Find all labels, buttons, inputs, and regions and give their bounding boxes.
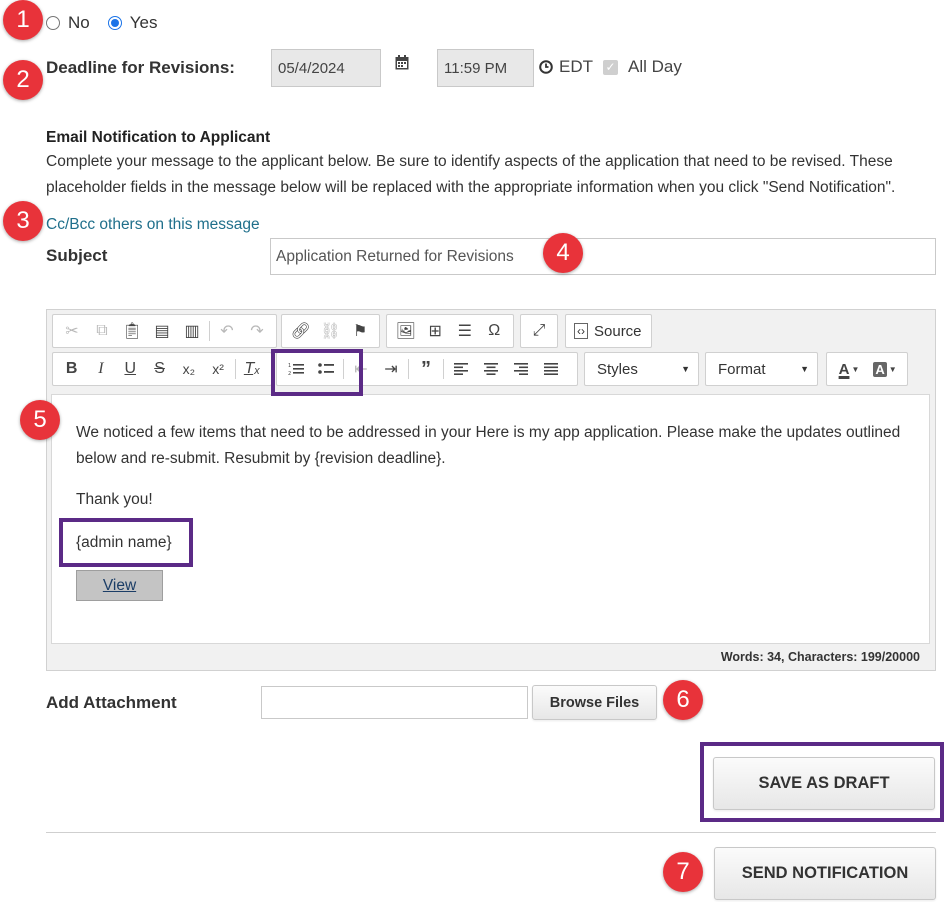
styles-dropdown-label: Styles bbox=[597, 360, 638, 378]
deadline-label: Deadline for Revisions: bbox=[46, 58, 235, 77]
background-color-icon[interactable]: A ▼ bbox=[867, 355, 903, 383]
underline-icon[interactable]: U bbox=[116, 355, 145, 383]
browse-files-button[interactable]: Browse Files bbox=[532, 685, 657, 720]
basic-style-toolbar-group: B I U S x₂ x² T̲ₓ bbox=[52, 352, 272, 386]
unlink-icon[interactable]: ⛓ bbox=[316, 317, 346, 345]
subject-label: Subject bbox=[46, 246, 108, 265]
undo-icon[interactable]: ↶ bbox=[212, 317, 242, 345]
radio-yes[interactable] bbox=[107, 16, 122, 30]
source-icon: ‹› bbox=[574, 323, 588, 339]
copy-icon[interactable]: ⧉ bbox=[87, 317, 117, 345]
all-day-checkbox[interactable]: ✓ bbox=[603, 59, 618, 75]
strikethrough-icon[interactable]: S bbox=[145, 355, 174, 383]
link-icon[interactable]: 🔗︎ bbox=[286, 317, 316, 345]
toolbar-separator bbox=[234, 359, 236, 379]
toolbar-separator bbox=[443, 359, 444, 379]
email-instructions: Complete your message to the applicant b… bbox=[46, 153, 896, 196]
deadline-date-value: 05/4/2024 bbox=[278, 59, 345, 77]
callout-1: 1 bbox=[3, 0, 43, 40]
view-button[interactable]: View bbox=[76, 570, 163, 601]
callout-4: 4 bbox=[543, 233, 583, 273]
radio-no-label[interactable]: No bbox=[68, 13, 90, 33]
link-toolbar-group: 🔗︎ ⛓ ⚑ bbox=[281, 314, 380, 348]
redo-icon[interactable]: ↷ bbox=[242, 317, 272, 345]
message-thanks: Thank you! bbox=[76, 491, 153, 508]
superscript-icon[interactable]: x² bbox=[203, 355, 232, 383]
save-draft-highlight bbox=[700, 742, 944, 822]
justify-icon[interactable] bbox=[536, 355, 566, 383]
source-label: Source bbox=[594, 322, 642, 340]
subject-input[interactable]: Application Returned for Revisions bbox=[270, 238, 936, 275]
callout-3: 3 bbox=[3, 201, 43, 241]
clipboard-toolbar-group: ✂ ⧉ 📋︎ ▤ ▥ ↶ ↷ bbox=[52, 314, 277, 348]
word-count: Words: 34, Characters: 199/20000 bbox=[720, 650, 920, 664]
timezone-label: EDT bbox=[559, 57, 593, 76]
image-icon[interactable]: 🖼︎ bbox=[391, 317, 421, 345]
toolbar-separator bbox=[408, 359, 409, 379]
all-day-label: All Day bbox=[628, 57, 682, 76]
deadline-time-input[interactable]: 11:59 PM bbox=[437, 49, 534, 87]
color-toolbar-group: A ▼ A ▼ bbox=[826, 352, 908, 386]
horizontal-line-icon[interactable]: ☰ bbox=[450, 317, 480, 345]
subscript-icon[interactable]: x₂ bbox=[174, 355, 203, 383]
callout-7: 7 bbox=[663, 852, 703, 892]
paste-icon[interactable]: 📋︎ bbox=[117, 317, 147, 345]
radio-yes-label[interactable]: Yes bbox=[130, 13, 158, 33]
styles-dropdown[interactable]: Styles ▼ bbox=[584, 352, 699, 386]
subject-value: Application Returned for Revisions bbox=[276, 247, 514, 265]
list-buttons-highlight bbox=[271, 349, 363, 396]
caret-down-icon: ▼ bbox=[800, 364, 809, 374]
calendar-icon[interactable] bbox=[395, 55, 409, 75]
all-day-toggle[interactable]: ✓ All Day bbox=[603, 57, 682, 77]
insert-toolbar-group: 🖼︎ ⊞ ☰ Ω bbox=[386, 314, 514, 348]
bold-icon[interactable]: B bbox=[57, 355, 86, 383]
paste-text-icon[interactable]: ▤ bbox=[147, 317, 177, 345]
clock-icon bbox=[539, 60, 553, 74]
admin-name-highlight bbox=[59, 518, 193, 567]
maximize-icon[interactable]: ⤢ bbox=[525, 317, 553, 345]
callout-2: 2 bbox=[3, 60, 43, 100]
blockquote-icon[interactable]: ” bbox=[411, 355, 441, 383]
email-section-heading: Email Notification to Applicant bbox=[46, 129, 271, 146]
maximize-toolbar-group: ⤢ bbox=[520, 314, 558, 348]
align-center-icon[interactable] bbox=[476, 355, 506, 383]
deadline-time-value: 11:59 PM bbox=[444, 59, 508, 77]
special-character-icon[interactable]: Ω bbox=[480, 317, 510, 345]
attachment-file-input[interactable] bbox=[261, 686, 528, 719]
actions-divider bbox=[46, 832, 936, 833]
callout-6: 6 bbox=[663, 680, 703, 720]
radio-no[interactable] bbox=[46, 16, 60, 30]
anchor-flag-icon[interactable]: ⚑ bbox=[345, 317, 375, 345]
caret-down-icon: ▼ bbox=[681, 364, 690, 374]
timezone: EDT bbox=[539, 57, 593, 77]
indent-icon[interactable]: ⇥ bbox=[376, 355, 406, 383]
format-dropdown[interactable]: Format ▼ bbox=[705, 352, 818, 386]
callout-5: 5 bbox=[20, 400, 60, 440]
align-right-icon[interactable] bbox=[506, 355, 536, 383]
table-icon[interactable]: ⊞ bbox=[421, 317, 451, 345]
remove-format-icon[interactable]: T̲ₓ bbox=[238, 355, 267, 383]
message-body-paragraph: We noticed a few items that need to be a… bbox=[76, 424, 901, 467]
paste-word-icon[interactable]: ▥ bbox=[177, 317, 207, 345]
text-color-icon[interactable]: A ▼ bbox=[831, 355, 867, 383]
revision-required-radio-group: No Yes bbox=[46, 12, 157, 34]
toolbar-separator bbox=[209, 321, 210, 341]
italic-icon[interactable]: I bbox=[86, 355, 115, 383]
attachment-label: Add Attachment bbox=[46, 693, 177, 712]
cut-icon[interactable]: ✂ bbox=[57, 317, 87, 345]
send-notification-button[interactable]: SEND NOTIFICATION bbox=[714, 847, 936, 900]
format-dropdown-label: Format bbox=[718, 360, 766, 378]
deadline-date-input[interactable]: 05/4/2024 bbox=[271, 49, 381, 87]
source-button[interactable]: ‹› Source bbox=[565, 314, 652, 348]
align-left-icon[interactable] bbox=[446, 355, 476, 383]
cc-bcc-link[interactable]: Cc/Bcc others on this message bbox=[46, 216, 260, 234]
